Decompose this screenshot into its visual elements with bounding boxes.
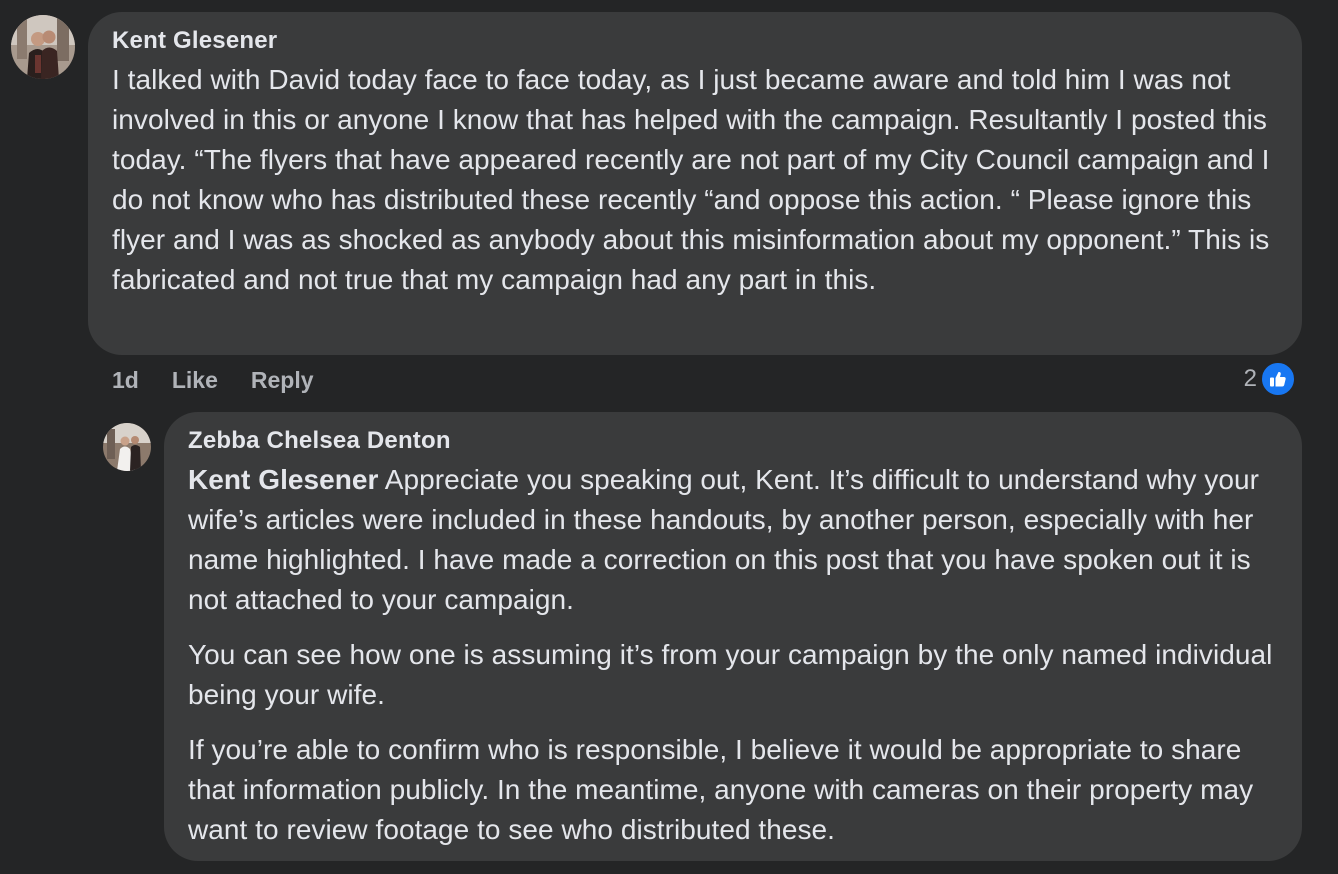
reaction-count: 2 bbox=[1243, 365, 1257, 392]
comment-text: I talked with David today face to face t… bbox=[112, 60, 1282, 300]
reply-bubble: Zebba Chelsea Denton Kent Glesener Appre… bbox=[164, 412, 1302, 861]
comment-author[interactable]: Kent Glesener bbox=[112, 26, 1282, 56]
reply-paragraph-2: You can see how one is assuming it’s fro… bbox=[188, 639, 1273, 710]
comment-actions: 1d Like Reply bbox=[112, 364, 314, 396]
comment-timestamp[interactable]: 1d bbox=[112, 364, 139, 396]
reaction-summary[interactable]: 2 bbox=[1244, 361, 1296, 397]
reply-paragraph-1: Kent Glesener Appreciate you speaking ou… bbox=[188, 460, 1282, 620]
comment-bubble: Kent Glesener I talked with David today … bbox=[88, 12, 1302, 355]
avatar-kent-glesener[interactable] bbox=[11, 15, 75, 79]
profile-photo-icon bbox=[103, 423, 151, 471]
profile-photo-icon bbox=[11, 15, 75, 79]
like-button[interactable]: Like bbox=[172, 364, 218, 396]
reply-author[interactable]: Zebba Chelsea Denton bbox=[188, 426, 1282, 456]
mention-link[interactable]: Kent Glesener bbox=[188, 464, 379, 495]
reply-text: Kent Glesener Appreciate you speaking ou… bbox=[188, 460, 1282, 850]
reply-paragraph-3: If you’re able to confirm who is respons… bbox=[188, 734, 1254, 845]
avatar-zebba-chelsea-denton[interactable] bbox=[103, 423, 151, 471]
comment-text-paragraph: I talked with David today face to face t… bbox=[112, 64, 1270, 295]
reply-button[interactable]: Reply bbox=[251, 364, 314, 396]
thumbs-up-icon bbox=[1260, 361, 1296, 397]
